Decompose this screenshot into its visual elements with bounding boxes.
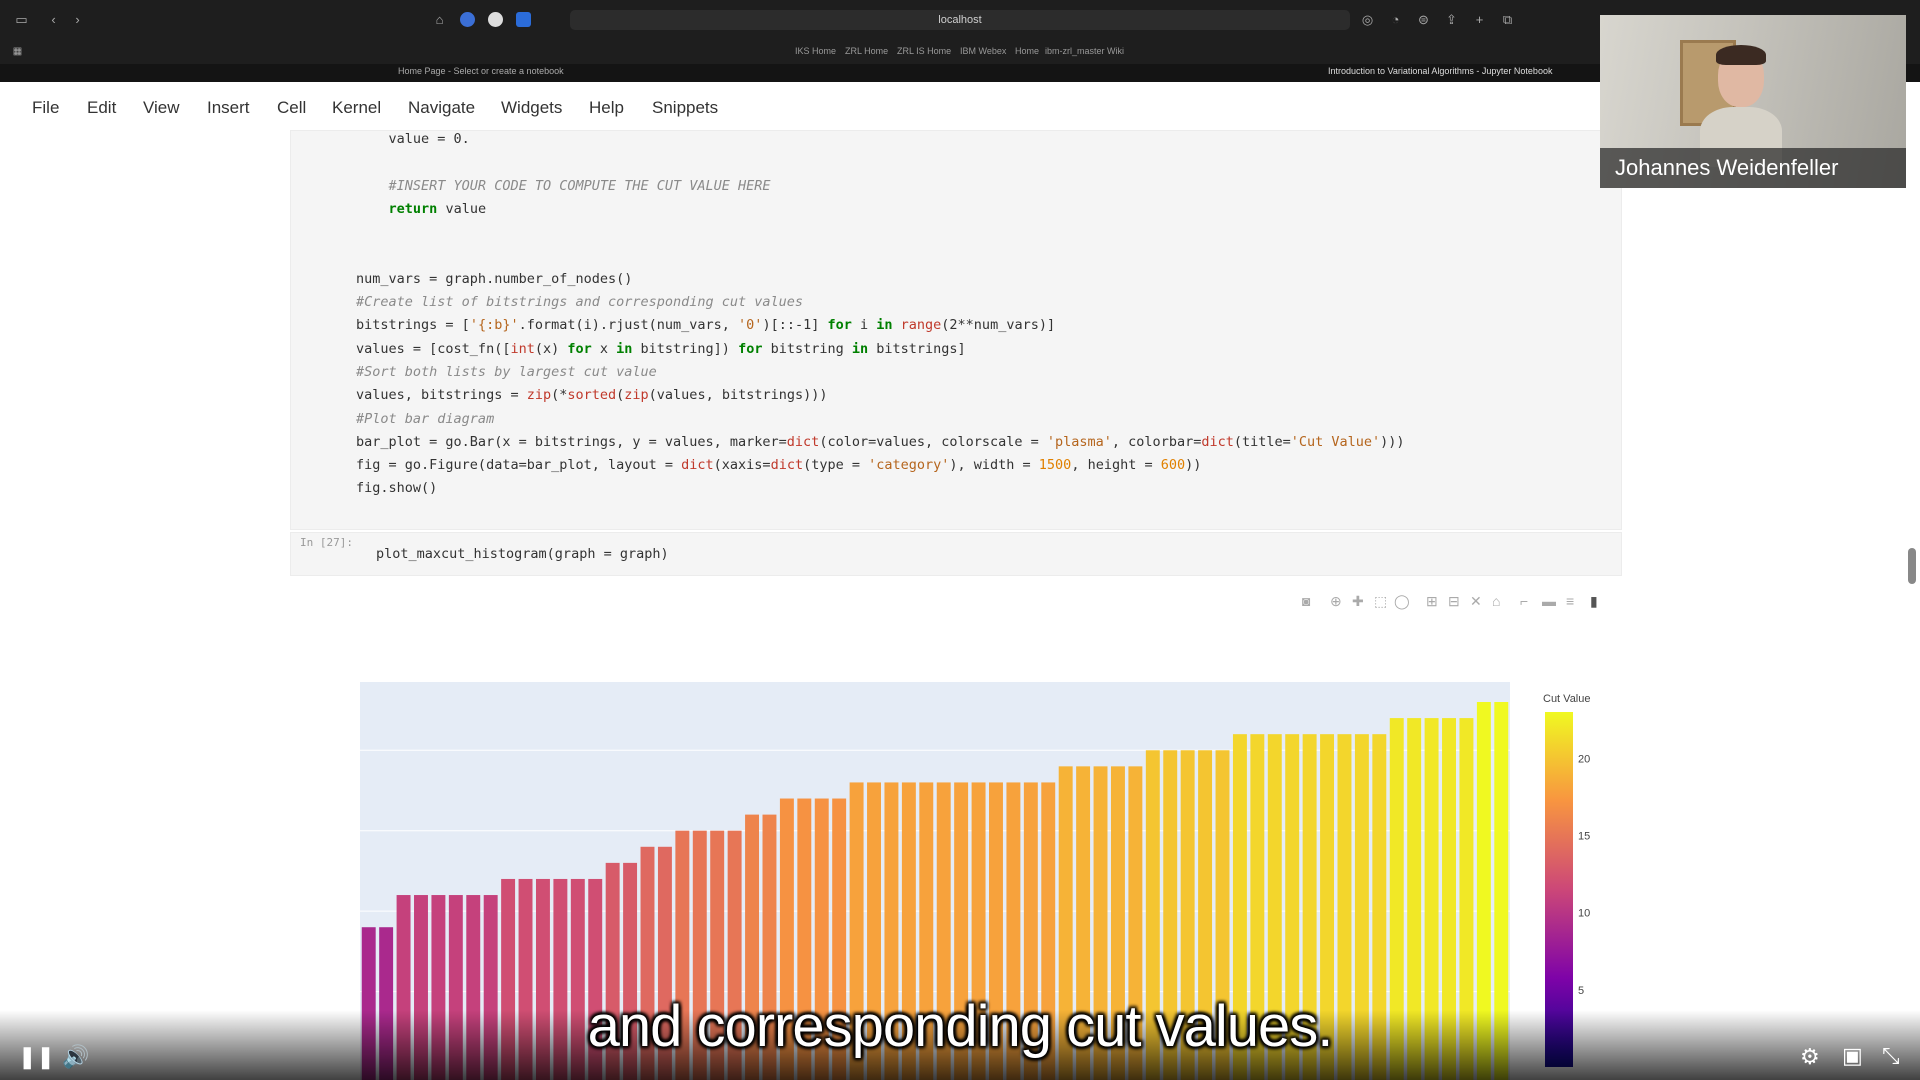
new-tab-icon[interactable]: +	[1472, 12, 1487, 27]
presenter-name: Johannes Weidenfeller	[1600, 148, 1906, 188]
colorbar-title: Cut Value	[1543, 693, 1591, 705]
video-subtitle: and corresponding cut values.	[587, 994, 1334, 1059]
extensions-icon[interactable]: ⊜	[1416, 12, 1431, 27]
lasso-icon[interactable]: ◯	[1394, 593, 1410, 610]
tabs-overview-icon[interactable]: ⧉	[1500, 12, 1515, 27]
history-icon[interactable]: ◔	[1388, 12, 1403, 27]
code-cell[interactable]: value = 0. #INSERT YOUR CODE TO COMPUTE …	[290, 130, 1622, 530]
hover-closest-icon[interactable]: ▬	[1542, 593, 1556, 609]
bookmark[interactable]: IKS Home	[795, 46, 836, 56]
colorbar-tick-label: 15	[1578, 830, 1590, 842]
autoscale-icon[interactable]: ✕	[1470, 593, 1482, 610]
menu-kernel[interactable]: Kernel	[332, 98, 381, 118]
box-select-icon[interactable]: ⬚	[1374, 593, 1387, 610]
address-bar[interactable]: localhost	[570, 10, 1350, 30]
zoom-icon[interactable]: ⊕	[1330, 593, 1342, 610]
bookmark[interactable]: ZRL IS Home	[897, 46, 951, 56]
menu-view[interactable]: View	[143, 98, 180, 118]
menu-edit[interactable]: Edit	[87, 98, 116, 118]
code-editor[interactable]: value = 0. #INSERT YOUR CODE TO COMPUTE …	[291, 128, 1405, 501]
presenter-webcam: Johannes Weidenfeller	[1600, 15, 1906, 188]
cell-prompt: In [27]:	[300, 536, 353, 549]
plotly-logo-icon[interactable]: ▮	[1590, 593, 1598, 610]
zoom-out-icon[interactable]: ⊟	[1448, 593, 1460, 610]
tab-home-page[interactable]: Home Page - Select or create a notebook	[398, 66, 564, 76]
back-icon[interactable]: ‹	[46, 12, 61, 27]
menu-snippets[interactable]: Snippets	[652, 98, 718, 118]
extension-icon[interactable]	[460, 12, 475, 27]
jupyter-menubar: File Edit View Insert Cell Kernel Naviga…	[0, 82, 1600, 130]
colorbar-tick-label: 10	[1578, 908, 1590, 920]
reset-axes-icon[interactable]: ⌂	[1492, 593, 1500, 609]
plot-modebar: ◙ ⊕ ✚ ⬚ ◯ ⊞ ⊟ ✕ ⌂ ⌐ ▬ ≡ ▮	[1290, 591, 1620, 611]
bookmark[interactable]: ibm-zrl_master Wiki	[1045, 46, 1124, 56]
pan-icon[interactable]: ✚	[1352, 593, 1364, 610]
menu-widgets[interactable]: Widgets	[501, 98, 562, 118]
menu-cell[interactable]: Cell	[277, 98, 306, 118]
menu-help[interactable]: Help	[589, 98, 624, 118]
home-icon[interactable]: ⌂	[432, 12, 447, 27]
bookmark[interactable]: ZRL Home	[845, 46, 888, 56]
forward-icon[interactable]: ›	[70, 12, 85, 27]
menu-insert[interactable]: Insert	[207, 98, 250, 118]
menu-file[interactable]: File	[32, 98, 59, 118]
zoom-in-icon[interactable]: ⊞	[1426, 593, 1438, 610]
bookmark[interactable]: Home	[1015, 46, 1039, 56]
input-code[interactable]: plot_maxcut_histogram(graph = graph)	[376, 543, 669, 566]
hover-compare-icon[interactable]: ≡	[1566, 593, 1574, 609]
camera-icon[interactable]: ◙	[1302, 593, 1310, 609]
share-icon[interactable]: ⇪	[1444, 12, 1459, 27]
bookmark[interactable]: IBM Webex	[960, 46, 1006, 56]
page-scrollbar[interactable]	[1908, 548, 1916, 584]
extension-icon-3[interactable]	[516, 12, 531, 27]
menu-navigate[interactable]: Navigate	[408, 98, 475, 118]
download-icon[interactable]: ◎	[1360, 12, 1375, 27]
colorbar-tick-label: 20	[1578, 753, 1590, 765]
sidebar-toggle-icon[interactable]: ▭	[14, 12, 29, 27]
tab-notebook[interactable]: Introduction to Variational Algorithms -…	[1328, 66, 1552, 76]
extension-icon-2[interactable]	[488, 12, 503, 27]
presenter-hair	[1716, 45, 1766, 65]
input-cell[interactable]: plot_maxcut_histogram(graph = graph)	[290, 532, 1622, 576]
spike-lines-icon[interactable]: ⌐	[1520, 593, 1528, 609]
grid-icon[interactable]: ▦	[10, 44, 25, 59]
